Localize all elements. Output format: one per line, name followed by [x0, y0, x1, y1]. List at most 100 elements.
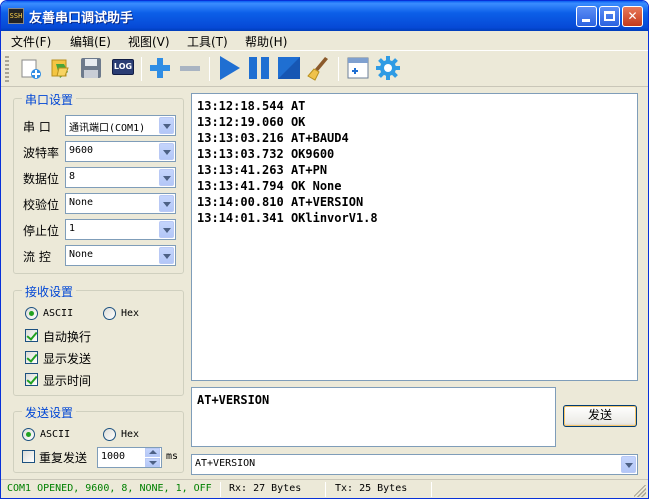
- status-divider: [431, 482, 432, 497]
- chevron-down-icon[interactable]: [159, 143, 174, 160]
- log-line: 13:13:03.732 OK9600: [197, 147, 334, 161]
- log-text: OK9600: [290, 147, 335, 161]
- interval-stepper[interactable]: 1000: [97, 447, 162, 468]
- stopbits-select[interactable]: 1: [65, 219, 176, 240]
- log-button[interactable]: LOG: [109, 54, 137, 82]
- chevron-down-icon[interactable]: [159, 169, 174, 186]
- log-line: 13:14:01.341 OKlinvorV1.8: [197, 211, 378, 225]
- log-line: 13:14:00.810 AT+VERSION: [197, 195, 363, 209]
- history-value: AT+VERSION: [195, 458, 256, 469]
- receive-log[interactable]: 13:12:18.544 AT 13:12:19.060 OK 13:13:03…: [191, 93, 638, 381]
- databits-select[interactable]: 8: [65, 167, 176, 188]
- send-button[interactable]: 发送: [563, 405, 637, 427]
- log-time: 13:13:41.263: [197, 163, 284, 177]
- remove-icon[interactable]: [176, 54, 204, 82]
- repeat-send-checkbox[interactable]: [22, 450, 35, 463]
- serial-settings-title: 串口设置: [22, 91, 77, 108]
- save-icon[interactable]: [77, 54, 105, 82]
- log-line: 13:13:41.263 AT+PN: [197, 163, 327, 177]
- stop-icon[interactable]: [275, 54, 303, 82]
- window-title: 友善串口调试助手: [29, 11, 134, 26]
- add-icon[interactable]: [146, 54, 174, 82]
- show-time-checkbox[interactable]: [25, 373, 38, 386]
- baud-select[interactable]: 9600: [65, 141, 176, 162]
- open-icon[interactable]: [47, 54, 75, 82]
- toolbar-separator: [141, 57, 142, 81]
- app-window: SSH 友善串口调试助手 ✕ 文件(F) 编辑(E) 视图(V) 工具(T) 帮…: [0, 0, 649, 499]
- log-time: 13:12:18.544: [197, 99, 284, 113]
- menu-help[interactable]: 帮助(H): [245, 33, 287, 50]
- chevron-down-icon[interactable]: [621, 456, 636, 473]
- menu-tools[interactable]: 工具(T): [187, 33, 228, 50]
- app-icon: SSH: [8, 8, 24, 24]
- chevron-up-icon[interactable]: [145, 448, 160, 457]
- window-icon[interactable]: [344, 54, 372, 82]
- new-icon[interactable]: [17, 54, 45, 82]
- toolbar-grip[interactable]: [5, 56, 9, 82]
- resize-grip-icon[interactable]: [634, 485, 646, 497]
- menu-edit[interactable]: 编辑(E): [70, 33, 111, 50]
- flow-label: 流 控: [23, 250, 51, 264]
- log-text: OKlinvorV1.8: [290, 211, 378, 225]
- send-settings-title: 发送设置: [22, 404, 77, 421]
- log-time: 13:13:03.216: [197, 131, 284, 145]
- toolbar: LOG: [1, 50, 648, 87]
- port-label: 串 口: [23, 120, 51, 134]
- connection-status: COM1 OPENED, 9600, 8, NONE, 1, OFF: [7, 483, 212, 494]
- port-select[interactable]: 通讯端口(COM1): [65, 115, 176, 136]
- log-time: 13:14:01.341: [197, 211, 284, 225]
- repeat-send-label: 重复发送: [39, 451, 88, 465]
- log-text: OK: [290, 115, 306, 129]
- log-time: 13:13:03.732: [197, 147, 284, 161]
- settings-icon[interactable]: [374, 54, 402, 82]
- log-line: 13:13:03.216 AT+BAUD4: [197, 131, 349, 145]
- send-hex-radio[interactable]: [103, 428, 116, 441]
- flow-value: None: [69, 249, 94, 260]
- baud-value: 9600: [69, 145, 94, 156]
- menu-file[interactable]: 文件(F): [11, 33, 51, 50]
- chevron-down-icon[interactable]: [145, 458, 160, 467]
- stopbits-label: 停止位: [23, 224, 60, 238]
- chevron-down-icon[interactable]: [159, 195, 174, 212]
- maximize-icon: [604, 11, 615, 21]
- interval-value: 1000: [101, 451, 126, 462]
- rx-count: Rx: 27 Bytes: [229, 483, 302, 494]
- status-bar: COM1 OPENED, 9600, 8, NONE, 1, OFF Rx: 2…: [1, 479, 648, 498]
- maximize-button[interactable]: [599, 6, 620, 27]
- pause-icon[interactable]: [245, 54, 273, 82]
- auto-wrap-checkbox[interactable]: [25, 329, 38, 342]
- parity-select[interactable]: None: [65, 193, 176, 214]
- flow-select[interactable]: None: [65, 245, 176, 266]
- show-send-label: 显示发送: [43, 352, 92, 366]
- show-time-label: 显示时间: [43, 374, 92, 388]
- title-bar[interactable]: SSH 友善串口调试助手 ✕: [1, 1, 648, 31]
- interval-unit: ms: [166, 451, 179, 462]
- play-icon[interactable]: [215, 54, 243, 82]
- send-input[interactable]: AT+VERSION: [191, 387, 556, 447]
- chevron-down-icon[interactable]: [159, 221, 174, 238]
- chevron-down-icon[interactable]: [159, 117, 174, 134]
- parity-value: None: [69, 197, 94, 208]
- history-select[interactable]: AT+VERSION: [191, 454, 638, 475]
- close-button[interactable]: ✕: [622, 6, 643, 27]
- send-settings-group: 发送设置 ASCII Hex 重复发送 1000 ms: [13, 404, 184, 473]
- minimize-icon: [582, 19, 590, 22]
- minimize-button[interactable]: [576, 6, 597, 27]
- close-icon: ✕: [627, 9, 638, 23]
- receive-hex-radio[interactable]: [103, 307, 116, 320]
- databits-value: 8: [69, 171, 76, 182]
- log-text: OK None: [290, 179, 342, 193]
- status-divider: [220, 482, 221, 497]
- receive-ascii-radio[interactable]: [25, 307, 38, 320]
- clear-icon[interactable]: [305, 54, 333, 82]
- show-send-checkbox[interactable]: [25, 351, 38, 364]
- parity-label: 校验位: [23, 198, 60, 212]
- chevron-down-icon[interactable]: [159, 247, 174, 264]
- toolbar-separator: [209, 57, 210, 81]
- send-ascii-radio[interactable]: [22, 428, 35, 441]
- receive-settings-group: 接收设置 ASCII Hex 自动换行 显示发送 显示时间: [13, 283, 184, 396]
- log-time: 13:14:00.810: [197, 195, 284, 209]
- tx-count: Tx: 25 Bytes: [335, 483, 408, 494]
- log-time: 13:12:19.060: [197, 115, 284, 129]
- menu-view[interactable]: 视图(V): [128, 33, 170, 50]
